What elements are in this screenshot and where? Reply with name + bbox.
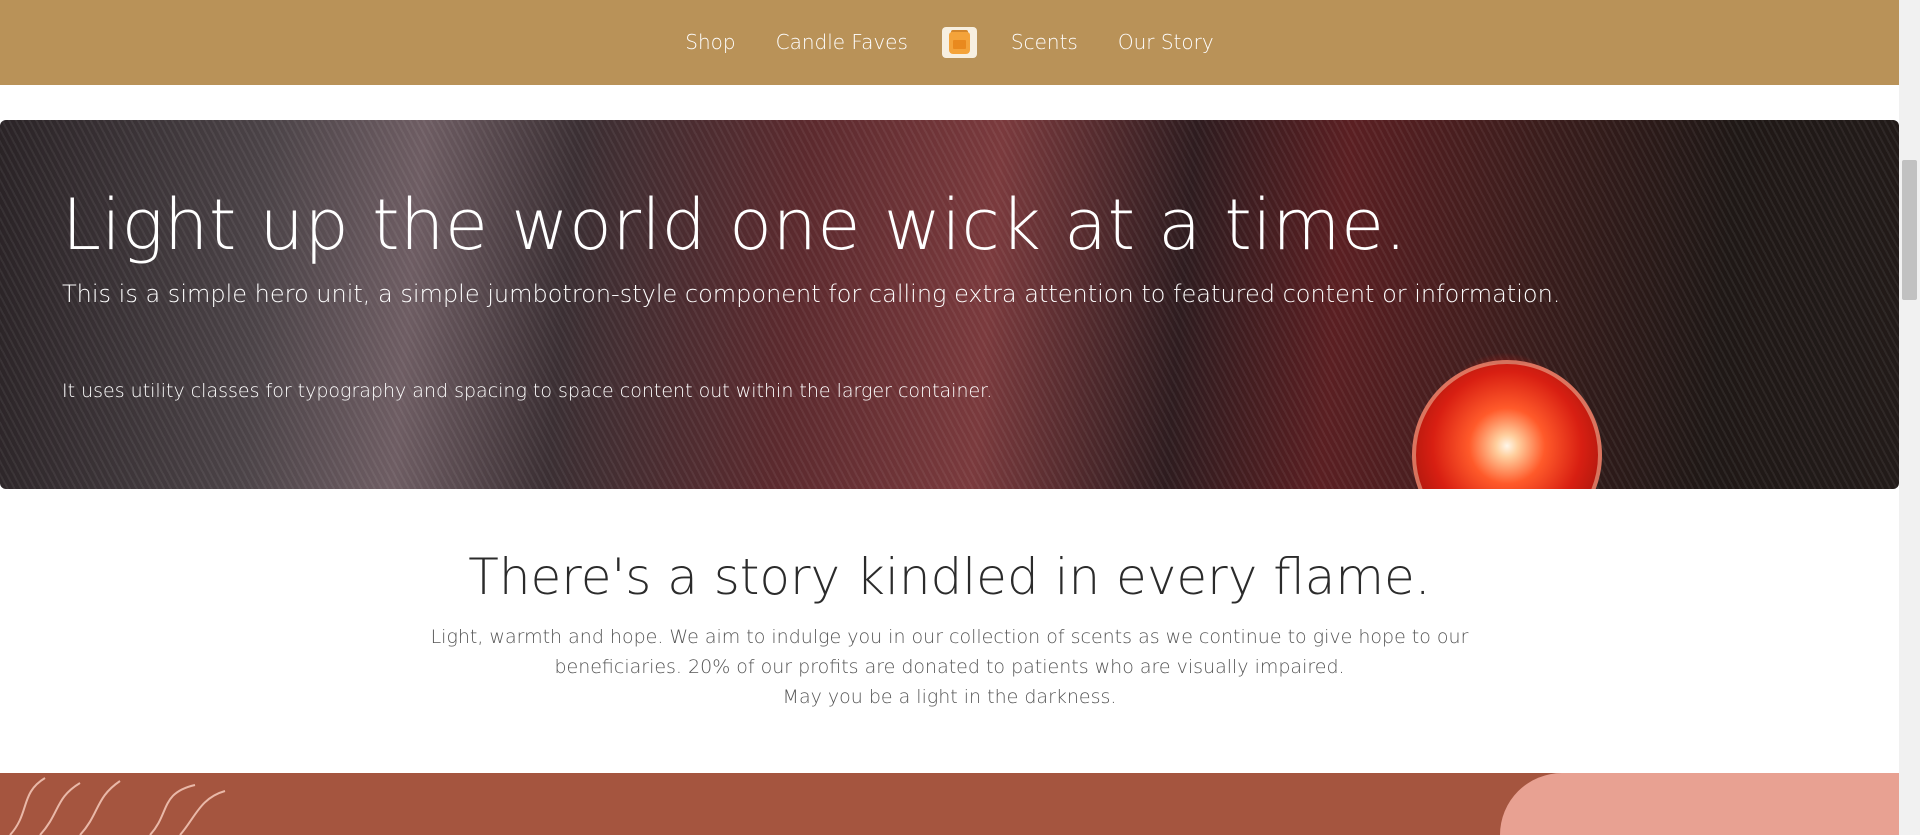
candle-image: [1412, 360, 1602, 489]
story-paragraph: Light, warmth and hope. We aim to indulg…: [430, 626, 1469, 678]
nav-link-scents[interactable]: Scents: [991, 0, 1098, 85]
story-heading: There's a story kindled in every flame.: [468, 548, 1431, 606]
candle-jar-icon[interactable]: [941, 27, 977, 58]
nav-link-shop[interactable]: Shop: [665, 0, 755, 85]
story-body: Light, warmth and hope. We aim to indulg…: [400, 622, 1499, 712]
hero-banner: Light up the world one wick at a time. T…: [0, 120, 1899, 489]
wave-lines-decoration: [9, 777, 226, 835]
nav-link-candle-faves[interactable]: Candle Faves: [756, 0, 928, 85]
story-tagline: May you be a light in the darkness.: [782, 686, 1117, 708]
floral-decoration: [1500, 773, 1899, 835]
hero-subtext: It uses utility classes for typography a…: [62, 380, 993, 402]
hero-lead: This is a simple hero unit, a simple jum…: [62, 280, 1561, 308]
hero-title: Light up the world one wick at a time.: [62, 184, 1408, 266]
main-navbar: Shop Candle Faves Scents Our Story: [0, 0, 1899, 85]
decorative-band: [0, 773, 1899, 835]
scrollbar-thumb[interactable]: [1902, 160, 1917, 300]
nav-link-our-story[interactable]: Our Story: [1098, 0, 1234, 85]
page-scrollbar[interactable]: [1899, 0, 1920, 835]
